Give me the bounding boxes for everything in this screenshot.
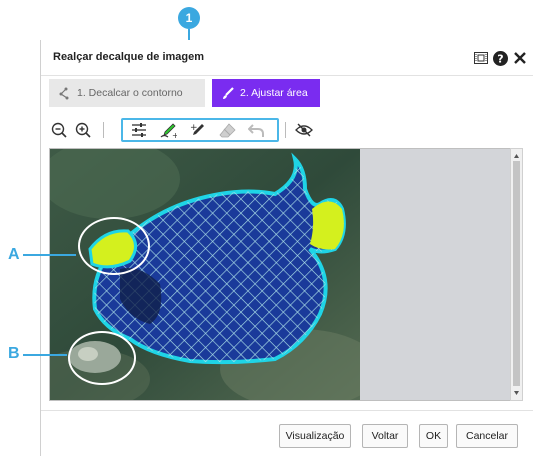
undo-icon[interactable] [246,120,266,140]
cancel-button[interactable]: Cancelar [456,424,518,448]
scroll-up-icon[interactable] [511,151,522,161]
step-2-label: 2. Ajustar área [240,87,308,99]
callout-number-1: 1 [178,7,200,29]
add-area-pen-icon[interactable]: + [158,120,178,140]
trace-icon [59,87,69,99]
step-adjust-area[interactable]: 2. Ajustar área [212,79,320,107]
help-icon[interactable]: ? [492,50,508,66]
svg-text:+: + [190,123,198,133]
image-canvas[interactable] [49,148,511,401]
toolbar-separator-2 [285,122,286,138]
back-button[interactable]: Voltar [362,424,408,448]
callout-letter-b: B [8,345,20,362]
eraser-icon[interactable] [217,120,237,140]
zoom-in-icon[interactable] [73,120,93,140]
callout-line-a [23,254,76,256]
preview-button[interactable]: Visualização [279,424,351,448]
enhance-trace-dialog: Realçar decalque de imagem ? 1. Decalcar… [40,40,533,456]
ok-button[interactable]: OK [419,424,448,448]
brush-icon [223,86,234,99]
step-1-label: 1. Decalcar o contorno [77,87,183,99]
footer-divider [41,410,533,411]
step-trace-outline[interactable]: 1. Decalcar o contorno [49,79,205,107]
callout-line-b [23,354,67,356]
dialog-titlebar: Realçar decalque de imagem ? [41,40,533,76]
svg-text:?: ? [497,52,503,65]
close-icon[interactable] [512,50,528,66]
remove-area-pen-icon[interactable]: + [187,120,207,140]
toolbar: + + [49,118,529,142]
scroll-down-icon[interactable] [511,388,522,398]
film-icon[interactable] [473,50,489,66]
toolbar-separator [103,122,104,138]
highlight-oval-b [68,331,136,385]
scrollbar-thumb[interactable] [513,161,520,386]
dialog-title: Realçar decalque de imagem [53,51,205,63]
zoom-out-icon[interactable] [49,120,69,140]
sliders-icon[interactable] [129,120,149,140]
callout-letter-a: A [8,246,20,263]
hide-preview-icon[interactable] [294,120,314,140]
svg-text:+: + [172,131,177,139]
highlight-oval-a [78,217,150,275]
vertical-scrollbar[interactable] [510,148,523,401]
